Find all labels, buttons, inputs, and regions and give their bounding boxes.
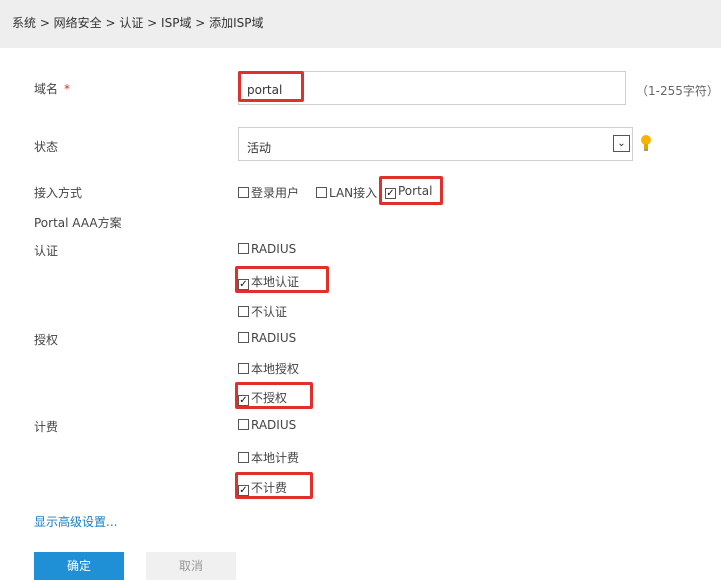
auth-label: 认证 <box>34 244 59 258</box>
checkbox[interactable] <box>238 363 249 374</box>
highlight-box <box>235 472 313 499</box>
chevron-down-icon[interactable]: ⌄ <box>613 135 630 152</box>
checkbox[interactable] <box>316 187 327 198</box>
authorization-option-local[interactable]: 本地授权 <box>238 360 299 377</box>
auth-option-radius[interactable]: RADIUS <box>238 242 296 256</box>
checkbox[interactable] <box>238 419 249 430</box>
checkbox[interactable] <box>238 306 249 317</box>
checkbox[interactable] <box>238 332 249 343</box>
highlight-box <box>235 266 329 293</box>
status-select[interactable]: 活动 ⌄ <box>238 127 633 161</box>
access-option-lan[interactable]: LAN接入 <box>316 184 377 201</box>
checkbox[interactable] <box>238 452 249 463</box>
domain-name-label: 域名 * <box>34 82 71 96</box>
checkbox[interactable] <box>238 187 249 198</box>
highlight-box <box>379 176 443 205</box>
status-label: 状态 <box>34 140 59 154</box>
lightbulb-icon <box>641 135 651 151</box>
highlight-box <box>238 71 304 102</box>
show-advanced-settings-link[interactable]: 显示高级设置... <box>34 513 117 530</box>
access-option-login-user[interactable]: 登录用户 <box>238 184 299 201</box>
domain-name-hint: （1-255字符） <box>636 84 719 98</box>
cancel-button[interactable]: 取消 <box>146 552 236 580</box>
aaa-section-title: Portal AAA方案 <box>34 216 122 230</box>
access-method-label: 接入方式 <box>34 186 83 200</box>
authorization-label: 授权 <box>34 333 59 347</box>
auth-option-none[interactable]: 不认证 <box>238 303 287 320</box>
accounting-label: 计费 <box>34 420 59 434</box>
ok-button[interactable]: 确定 <box>34 552 124 580</box>
breadcrumb: 系统 > 网络安全 > 认证 > ISP域 > 添加ISP域 <box>0 0 721 48</box>
accounting-option-radius[interactable]: RADIUS <box>238 418 296 432</box>
highlight-box <box>235 382 313 409</box>
checkbox[interactable] <box>238 243 249 254</box>
accounting-option-local[interactable]: 本地计费 <box>238 449 299 466</box>
required-mark: * <box>64 82 71 96</box>
status-selected-value: 活动 <box>247 141 272 155</box>
authorization-option-radius[interactable]: RADIUS <box>238 331 296 345</box>
